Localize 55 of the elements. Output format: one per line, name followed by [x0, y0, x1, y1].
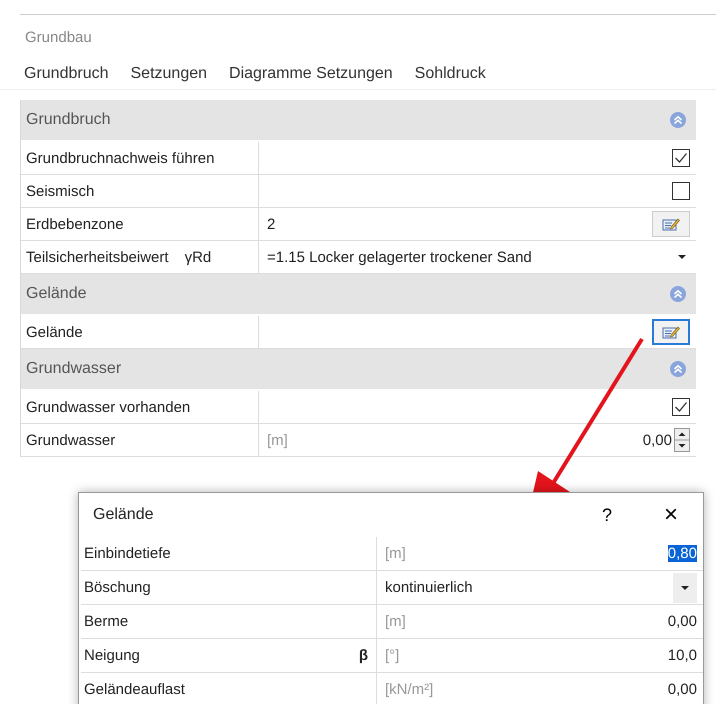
spinner-icon[interactable]	[674, 428, 690, 452]
number-field[interactable]: 10,0	[668, 647, 697, 664]
number-field[interactable]: 0,00	[642, 432, 672, 448]
dropdown-value[interactable]: =1.15 Locker gelagerter trockener Sand	[267, 248, 532, 266]
property-label: Teilsicherheitsbeiwert	[26, 248, 169, 266]
unit-label: [m]	[385, 613, 406, 630]
caret-icon[interactable]	[678, 255, 686, 259]
property-label: Geländeauflast	[84, 681, 185, 698]
property-label: Grundbruchnachweis führen	[26, 150, 214, 166]
section-title: Grundwasser	[26, 360, 122, 378]
section-header[interactable]: Grundwasser	[21, 349, 696, 389]
property-label: Neigung	[84, 647, 140, 664]
tab[interactable]: Setzungen	[124, 59, 214, 89]
checkbox[interactable]	[672, 149, 690, 167]
pencil-icon	[662, 325, 680, 339]
help-button[interactable]: ?	[587, 504, 627, 526]
unit-label: [m]	[385, 545, 406, 562]
number-field[interactable]: 0,80	[668, 545, 697, 562]
section-header[interactable]: Grundbruch	[21, 100, 696, 140]
section-header[interactable]: Gelände	[21, 274, 696, 314]
property-label: Böschung	[84, 579, 151, 596]
close-button[interactable]: ×	[651, 500, 691, 530]
edit-button[interactable]	[652, 319, 690, 345]
pencil-icon	[662, 217, 680, 231]
property-label: Berme	[84, 613, 128, 630]
collapse-icon[interactable]	[670, 361, 686, 377]
collapse-icon[interactable]	[670, 286, 686, 302]
tab[interactable]: Grundbruch	[18, 59, 114, 89]
unit-label: [kN/m²]	[385, 681, 434, 698]
number-field[interactable]: 0,00	[668, 681, 697, 698]
number-field[interactable]: 0,00	[668, 613, 697, 630]
dropdown-value[interactable]: kontinuierlich	[385, 579, 473, 596]
unit-label: [m]	[267, 432, 288, 448]
collapse-icon[interactable]	[670, 112, 686, 128]
checkbox[interactable]	[672, 182, 690, 200]
tab[interactable]: Sohldruck	[408, 59, 492, 89]
checkbox[interactable]	[672, 398, 690, 416]
property-label: Grundwasser	[26, 432, 116, 448]
dropdown-button[interactable]	[673, 572, 697, 602]
property-label: Grundwasser vorhanden	[26, 398, 190, 416]
property-label: Einbindetiefe	[84, 545, 171, 562]
tab[interactable]: Diagramme Setzungen	[223, 59, 399, 89]
dialog-title: Gelände	[93, 506, 154, 524]
unit-label: [°]	[385, 647, 400, 664]
property-label: Gelände	[26, 324, 83, 340]
symbol-label: β	[358, 647, 368, 664]
section-title: Gelände	[26, 285, 86, 303]
edit-button[interactable]	[652, 211, 690, 237]
property-value: 2	[267, 216, 276, 232]
window-title: Grundbau	[24, 28, 93, 48]
property-label: Erdbebenzone	[26, 216, 124, 232]
property-label: Seismisch	[26, 182, 94, 200]
section-title: Grundbruch	[26, 111, 110, 129]
caret-icon	[681, 586, 689, 590]
symbol-label: γRd	[184, 248, 212, 266]
